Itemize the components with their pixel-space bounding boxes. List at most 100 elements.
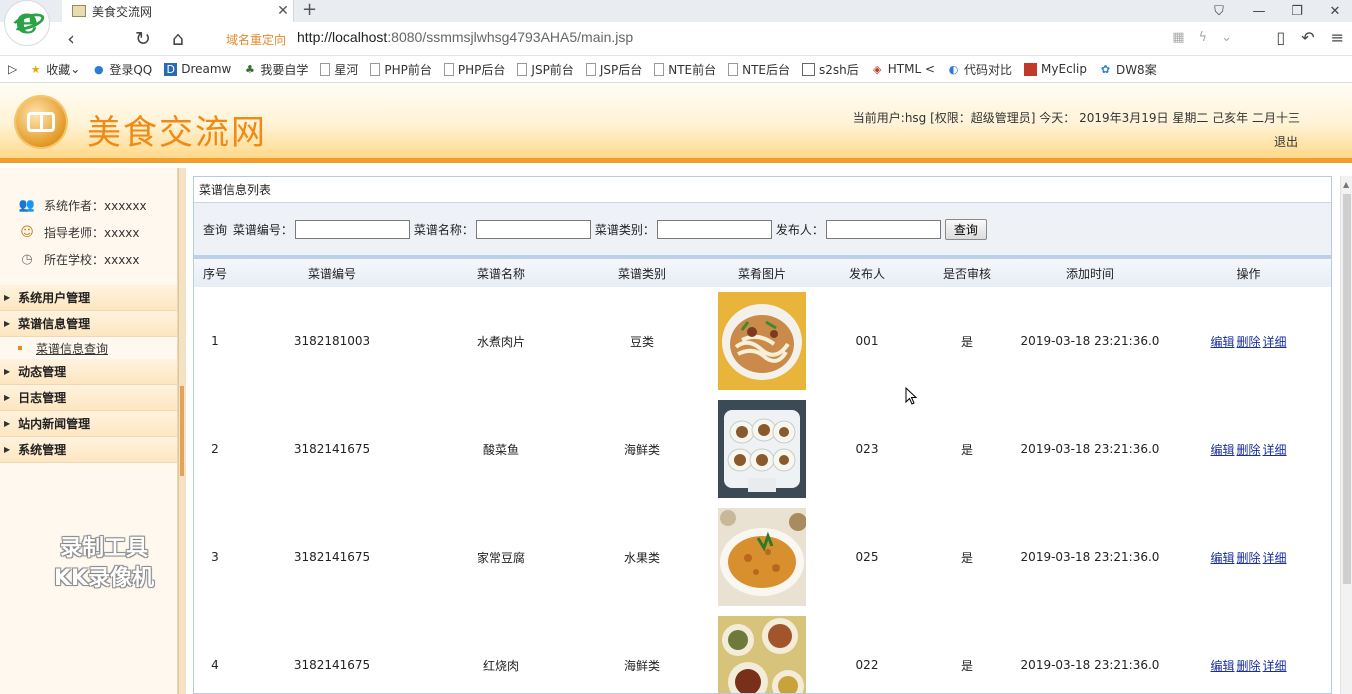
menu-icon[interactable]: ≡ — [1331, 28, 1344, 47]
sidebar-toggle-icon[interactable]: ▷ — [8, 62, 17, 76]
triangle-right-icon: ▶ — [4, 445, 11, 454]
cell-code: 3182141675 — [293, 658, 371, 672]
chevron-down-icon[interactable]: ⌄ — [1221, 30, 1232, 45]
cell-name: 红烧肉 — [482, 658, 519, 673]
minimize-icon[interactable]: — — [1240, 0, 1278, 22]
cell-no: 3 — [211, 550, 219, 564]
cell-no: 2 — [211, 442, 219, 456]
bookmark-dw8[interactable]: ✿ DW8案 — [1099, 61, 1157, 78]
qq-icon: ● — [94, 62, 104, 76]
bookmark-favorites[interactable]: ★ 收藏 ⌄ — [29, 61, 81, 78]
cell-code: 3182141675 — [293, 550, 371, 564]
site-title: 美食交流网 — [87, 113, 267, 153]
plant-icon: ♣ — [244, 62, 255, 76]
bookmark-s2sh[interactable]: s2sh后 — [802, 61, 859, 78]
vertical-scrollbar[interactable]: ▲ — [1340, 176, 1352, 694]
address-bar: ‹ ↻ ⌂ 域名重定向 http://localhost:8080/ssmmsj… — [0, 22, 1352, 56]
detail-link[interactable]: 详细 — [1263, 335, 1287, 349]
bookmark-myeclipse[interactable]: MyEclip — [1024, 62, 1087, 76]
cell-time: 2019-03-18 23:21:36.0 — [1020, 334, 1160, 348]
new-tab-button[interactable]: + — [302, 0, 317, 22]
back-icon[interactable]: ‹ — [58, 26, 84, 52]
edit-link[interactable]: 编辑 — [1210, 659, 1234, 673]
bookmark-qq[interactable]: ● 登录QQ — [92, 61, 152, 78]
detail-link[interactable]: 详细 — [1263, 551, 1287, 565]
search-button[interactable]: 查询 — [944, 218, 987, 240]
menu-dynamics[interactable]: ▶ 动态管理 — [0, 359, 177, 385]
cell-name: 家常豆腐 — [476, 550, 525, 565]
col-image: 菜肴图片 — [710, 259, 814, 287]
browser-tab[interactable]: 美食交流网 ✕ — [62, 0, 294, 22]
page-icon — [728, 62, 739, 76]
qr-code-icon[interactable]: ▦ — [1172, 30, 1184, 45]
globe-icon: ◐ — [948, 62, 959, 76]
table-row: 3 3182141675 家常豆腐 水果类 025 是 2019-03-18 2… — [194, 503, 1331, 611]
bookmark-php-back[interactable]: PHP后台 — [443, 61, 505, 78]
dw-icon: D — [164, 62, 178, 76]
delete-link[interactable]: 删除 — [1236, 551, 1260, 565]
cell-audited: 是 — [960, 442, 973, 457]
bookmark-php-front[interactable]: PHP前台 — [370, 61, 432, 78]
menu-site-news[interactable]: ▶ 站内新闻管理 — [0, 411, 177, 437]
recipe-name-input[interactable] — [475, 219, 591, 239]
detail-link[interactable]: 详细 — [1263, 659, 1287, 673]
menu-recipe-info[interactable]: ▶ 菜谱信息管理 — [0, 311, 177, 337]
menu-system-users[interactable]: ▶ 系统用户管理 — [0, 285, 177, 311]
col-category: 菜谱类别 — [574, 259, 710, 287]
browser-tab-title: 美食交流网 — [92, 4, 153, 19]
lightning-icon[interactable]: ϟ — [1199, 30, 1208, 45]
triangle-right-icon: ▶ — [4, 419, 11, 428]
menu-logs[interactable]: ▶ 日志管理 — [0, 385, 177, 411]
url-field[interactable]: http://localhost:8080/ssmmsjlwhsg4793AHA… — [297, 29, 633, 45]
detail-link[interactable]: 详细 — [1263, 443, 1287, 457]
edit-link[interactable]: 编辑 — [1210, 551, 1234, 565]
search-form: 查询 菜谱编号： 菜谱名称： 菜谱类别： 发布人： 查询 — [194, 203, 1331, 259]
sidebar-splitter[interactable] — [178, 168, 186, 694]
shirt-skin-icon[interactable]: ⛉ — [1200, 0, 1238, 22]
col-ops: 操作 — [1166, 259, 1331, 287]
restore-icon[interactable]: ❐ — [1278, 0, 1316, 22]
recipe-code-input[interactable] — [294, 219, 410, 239]
close-tab-icon[interactable]: ✕ — [273, 3, 293, 19]
bookmark-nte-back[interactable]: NTE后台 — [728, 61, 790, 78]
delete-link[interactable]: 删除 — [1236, 659, 1260, 673]
page-icon — [517, 62, 528, 76]
close-window-icon[interactable]: ✕ — [1316, 0, 1352, 22]
recipe-category-input[interactable] — [656, 219, 772, 239]
bookmark-code-compare[interactable]: ◐ 代码对比 — [947, 61, 1012, 78]
page-icon — [654, 62, 665, 76]
bookmark-html[interactable]: ◈ HTML < — [871, 62, 935, 76]
edit-link[interactable]: 编辑 — [1210, 443, 1234, 457]
triangle-right-icon: ▶ — [4, 393, 11, 402]
reload-icon[interactable]: ↻ — [130, 26, 156, 52]
menu-system[interactable]: ▶ 系统管理 — [0, 437, 177, 463]
bookmark-xinghe[interactable]: 星河 — [320, 61, 358, 78]
delete-link[interactable]: 删除 — [1236, 443, 1260, 457]
home-icon[interactable]: ⌂ — [165, 26, 191, 52]
submenu-recipe-query[interactable]: 菜谱信息查询 — [0, 337, 177, 359]
cell-no: 4 — [211, 658, 219, 672]
redirect-label[interactable]: 域名重定向 — [226, 31, 286, 48]
delete-link[interactable]: 删除 — [1236, 335, 1260, 349]
bookmark-jsp-front[interactable]: JSP前台 — [517, 61, 574, 78]
school-info: ◷ 所在学校：xxxxx — [0, 246, 177, 273]
bookmark-page-icon[interactable]: ▯ — [1276, 28, 1285, 47]
page-icon — [443, 62, 454, 76]
cell-no: 1 — [211, 334, 219, 348]
table-header-row: 序号 菜谱编号 菜谱名称 菜谱类别 菜肴图片 发布人 是否审核 添加时间 操作 — [194, 259, 1331, 287]
scrollbar-thumb[interactable] — [1343, 194, 1351, 584]
page-favicon-icon — [72, 5, 86, 17]
recipe-name-label: 菜谱名称： — [413, 222, 474, 237]
bookmark-self-study[interactable]: ♣ 我要自学 — [243, 61, 308, 78]
bookmark-nte-front[interactable]: NTE前台 — [654, 61, 716, 78]
bookmark-dreamweaver[interactable]: D Dreamw — [164, 62, 231, 76]
shield-icon: ◈ — [873, 62, 882, 76]
author-input[interactable] — [825, 219, 941, 239]
scroll-up-icon[interactable]: ▲ — [1343, 180, 1349, 189]
edit-link[interactable]: 编辑 — [1210, 335, 1234, 349]
splitter-handle[interactable] — [180, 386, 184, 476]
bookmarks-bar: ▷ ★ 收藏 ⌄ ● 登录QQ D Dreamw ♣ 我要自学 星河 PHP前台 PHP后… — [0, 56, 1352, 83]
bookmark-jsp-back[interactable]: JSP后台 — [585, 61, 642, 78]
logout-link[interactable]: 退出 — [1274, 133, 1298, 150]
undo-icon[interactable]: ↶ — [1301, 28, 1314, 47]
